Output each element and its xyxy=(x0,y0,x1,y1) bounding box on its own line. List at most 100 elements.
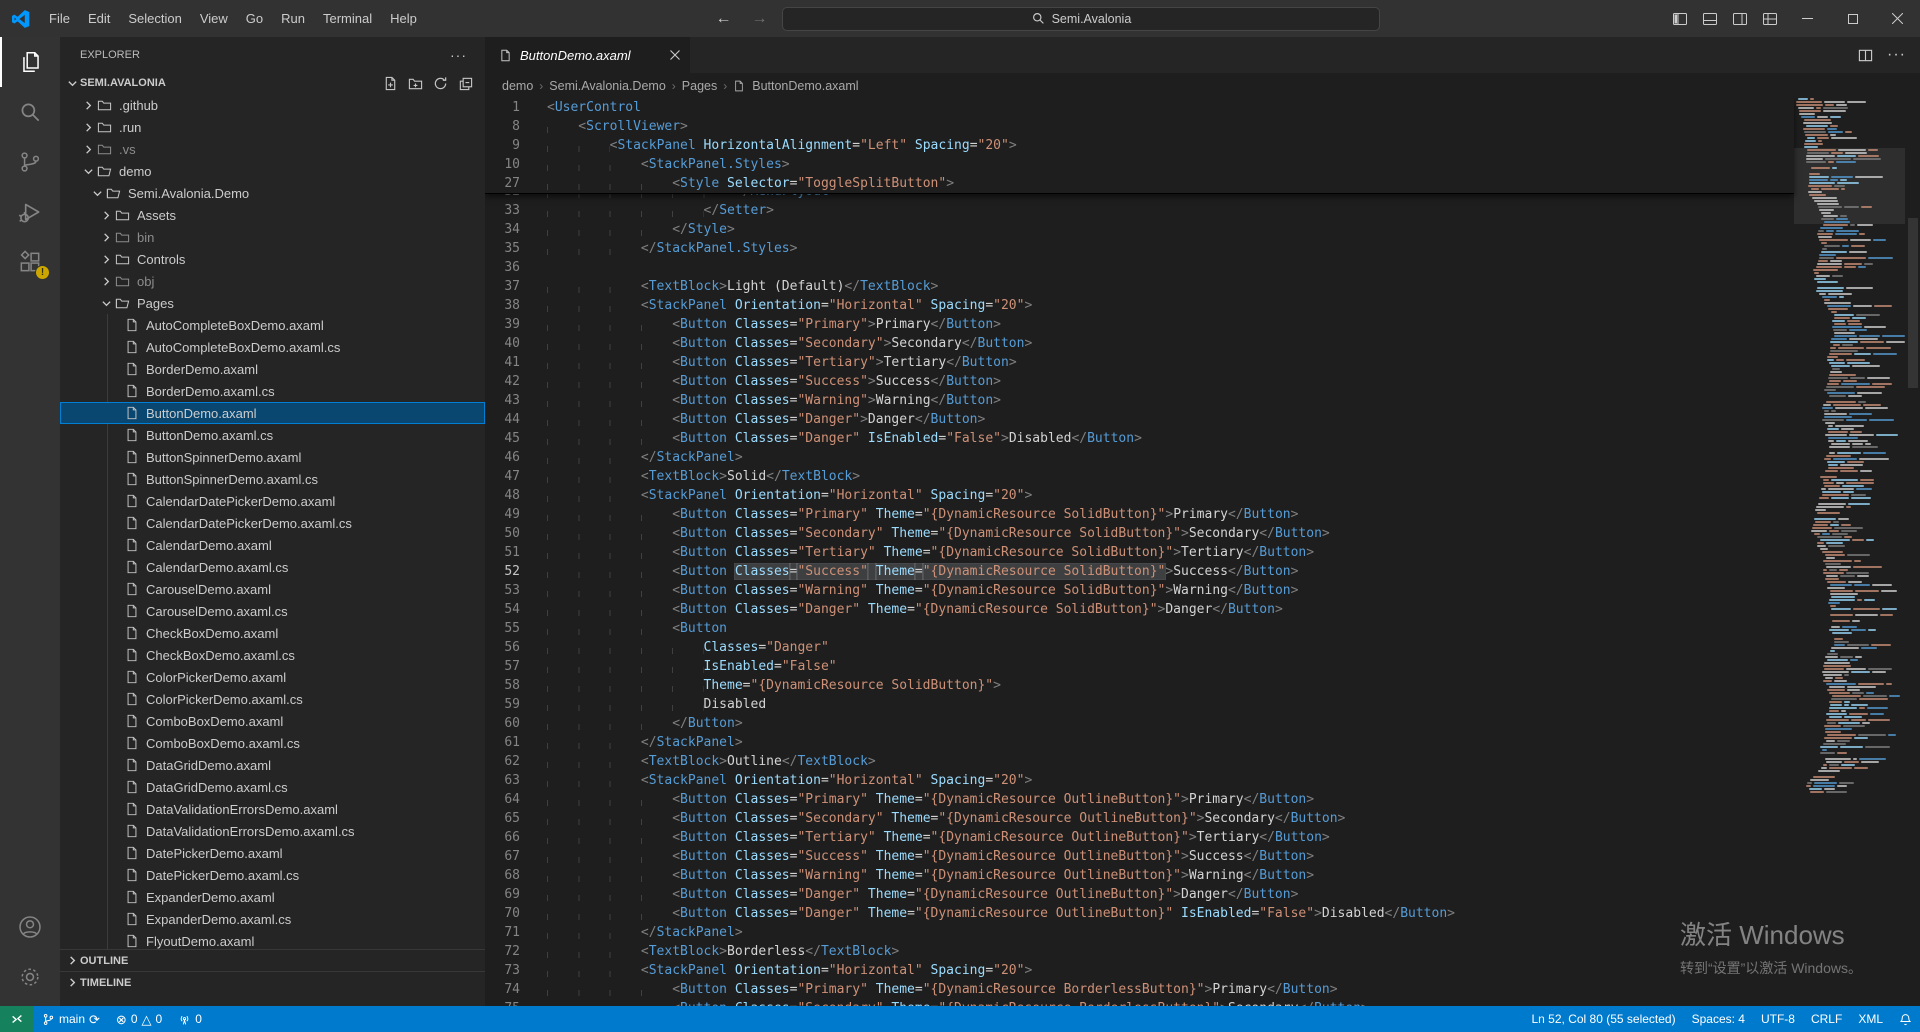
code-line-55[interactable]: 55<Button xyxy=(485,619,1794,638)
outline-panel-header[interactable]: OUTLINE xyxy=(60,949,485,971)
nav-forward-button[interactable]: → xyxy=(746,10,772,28)
timeline-panel-header[interactable]: TIMELINE xyxy=(60,971,485,993)
tree-file-datavalidationerrorsdemo.axaml[interactable]: DataValidationErrorsDemo.axaml xyxy=(60,798,485,820)
activity-explorer-icon[interactable] xyxy=(0,37,60,87)
tree-folder-pages[interactable]: Pages xyxy=(60,292,485,314)
code-line-66[interactable]: 66<Button Classes="Tertiary" Theme="{Dyn… xyxy=(485,828,1794,847)
editor-more-actions-icon[interactable]: ··· xyxy=(1887,46,1906,64)
menu-help[interactable]: Help xyxy=(381,0,426,37)
code-line-27[interactable]: 27<Style Selector="ToggleSplitButton"> xyxy=(485,174,1794,193)
split-editor-icon[interactable] xyxy=(1858,48,1873,63)
problems-status[interactable]: ⊗ 0 △ 0 xyxy=(108,1006,170,1032)
ports-status[interactable]: 0 xyxy=(170,1006,210,1032)
code-line-33[interactable]: 33</Setter> xyxy=(485,201,1794,220)
code-line-10[interactable]: 10<StackPanel.Styles> xyxy=(485,155,1794,174)
tree-file-comboboxdemo.axaml[interactable]: ComboBoxDemo.axaml xyxy=(60,710,485,732)
code-line-60[interactable]: 60</Button> xyxy=(485,714,1794,733)
tree-folder-.github[interactable]: .github xyxy=(60,94,485,116)
code-line-63[interactable]: 63<StackPanel Orientation="Horizontal" S… xyxy=(485,771,1794,790)
activity-run-debug-icon[interactable] xyxy=(0,187,60,237)
customize-layout-icon[interactable] xyxy=(1755,0,1785,37)
chevron-right-icon[interactable] xyxy=(98,232,114,243)
collapse-folders-icon[interactable] xyxy=(458,76,473,91)
chevron-right-icon[interactable] xyxy=(98,210,114,221)
toggle-sidebar-icon[interactable] xyxy=(1665,0,1695,37)
code-line-37[interactable]: 37<TextBlock>Light (Default)</TextBlock> xyxy=(485,277,1794,296)
maximize-button[interactable] xyxy=(1830,0,1875,37)
code-line-73[interactable]: 73<StackPanel Orientation="Horizontal" S… xyxy=(485,961,1794,980)
menu-go[interactable]: Go xyxy=(237,0,272,37)
notifications-bell-icon[interactable] xyxy=(1891,1006,1920,1032)
code-line-70[interactable]: 70<Button Classes="Danger" Theme="{Dynam… xyxy=(485,904,1794,923)
activity-source-control-icon[interactable] xyxy=(0,137,60,187)
chevron-right-icon[interactable] xyxy=(98,276,114,287)
code-line-34[interactable]: 34</Style> xyxy=(485,220,1794,239)
tree-folder-.vs[interactable]: .vs xyxy=(60,138,485,160)
code-line-35[interactable]: 35</StackPanel.Styles> xyxy=(485,239,1794,258)
menu-selection[interactable]: Selection xyxy=(119,0,190,37)
tree-file-borderdemo.axaml[interactable]: BorderDemo.axaml xyxy=(60,358,485,380)
tree-file-datavalidationerrorsdemo.axaml.cs[interactable]: DataValidationErrorsDemo.axaml.cs xyxy=(60,820,485,842)
refresh-icon[interactable] xyxy=(433,76,448,91)
menu-view[interactable]: View xyxy=(191,0,237,37)
tree-file-colorpickerdemo.axaml[interactable]: ColorPickerDemo.axaml xyxy=(60,666,485,688)
eol-status[interactable]: CRLF xyxy=(1803,1006,1850,1032)
nav-back-button[interactable]: ← xyxy=(710,10,736,28)
remote-indicator[interactable] xyxy=(0,1006,34,1032)
close-window-button[interactable] xyxy=(1875,0,1920,37)
code-line-65[interactable]: 65<Button Classes="Secondary" Theme="{Dy… xyxy=(485,809,1794,828)
tree-folder-semi.avalonia.demo[interactable]: Semi.Avalonia.Demo xyxy=(60,182,485,204)
language-mode-status[interactable]: XML xyxy=(1850,1006,1891,1032)
code-line-68[interactable]: 68<Button Classes="Warning" Theme="{Dyna… xyxy=(485,866,1794,885)
tree-file-expanderdemo.axaml.cs[interactable]: ExpanderDemo.axaml.cs xyxy=(60,908,485,930)
tab-buttondemo[interactable]: ButtonDemo.axaml xyxy=(485,37,690,73)
tree-file-expanderdemo.axaml[interactable]: ExpanderDemo.axaml xyxy=(60,886,485,908)
code-line-41[interactable]: 41<Button Classes="Tertiary">Tertiary</B… xyxy=(485,353,1794,372)
chevron-right-icon[interactable] xyxy=(80,100,96,111)
code-line-74[interactable]: 74<Button Classes="Primary" Theme="{Dyna… xyxy=(485,980,1794,999)
code-line-50[interactable]: 50<Button Classes="Secondary" Theme="{Dy… xyxy=(485,524,1794,543)
code-line-49[interactable]: 49<Button Classes="Primary" Theme="{Dyna… xyxy=(485,505,1794,524)
tree-file-autocompleteboxdemo.axaml.cs[interactable]: AutoCompleteBoxDemo.axaml.cs xyxy=(60,336,485,358)
tree-file-carouseldemo.axaml[interactable]: CarouselDemo.axaml xyxy=(60,578,485,600)
code-line-48[interactable]: 48<StackPanel Orientation="Horizontal" S… xyxy=(485,486,1794,505)
code-line-43[interactable]: 43<Button Classes="Warning">Warning</But… xyxy=(485,391,1794,410)
tree-file-buttonspinnerdemo.axaml[interactable]: ButtonSpinnerDemo.axaml xyxy=(60,446,485,468)
tree-folder-demo[interactable]: demo xyxy=(60,160,485,182)
tree-folder-controls[interactable]: Controls xyxy=(60,248,485,270)
tree-file-buttonspinnerdemo.axaml.cs[interactable]: ButtonSpinnerDemo.axaml.cs xyxy=(60,468,485,490)
code-line-72[interactable]: 72<TextBlock>Borderless</TextBlock> xyxy=(485,942,1794,961)
tree-file-datepickerdemo.axaml[interactable]: DatePickerDemo.axaml xyxy=(60,842,485,864)
tree-file-calendardatepickerdemo.axaml[interactable]: CalendarDatePickerDemo.axaml xyxy=(60,490,485,512)
tree-file-calendardemo.axaml.cs[interactable]: CalendarDemo.axaml.cs xyxy=(60,556,485,578)
new-file-icon[interactable] xyxy=(383,76,398,91)
code-line-71[interactable]: 71</StackPanel> xyxy=(485,923,1794,942)
tree-file-carouseldemo.axaml.cs[interactable]: CarouselDemo.axaml.cs xyxy=(60,600,485,622)
code-line-44[interactable]: 44<Button Classes="Danger">Danger</Butto… xyxy=(485,410,1794,429)
tree-folder-bin[interactable]: bin xyxy=(60,226,485,248)
chevron-right-icon[interactable] xyxy=(80,122,96,133)
settings-gear-icon[interactable] xyxy=(0,952,60,1002)
editor-scrollbar-thumb[interactable] xyxy=(1908,218,1918,388)
code-area[interactable]: 32</MenuFlyout>33</Setter>34</Style>35</… xyxy=(485,98,1920,1006)
tree-file-buttondemo.axaml.cs[interactable]: ButtonDemo.axaml.cs xyxy=(60,424,485,446)
code-line-51[interactable]: 51<Button Classes="Tertiary" Theme="{Dyn… xyxy=(485,543,1794,562)
code-line-67[interactable]: 67<Button Classes="Success" Theme="{Dyna… xyxy=(485,847,1794,866)
code-line-8[interactable]: 8<ScrollViewer> xyxy=(485,117,1794,136)
tree-file-calendardemo.axaml[interactable]: CalendarDemo.axaml xyxy=(60,534,485,556)
breadcrumb-item[interactable]: ButtonDemo.axaml xyxy=(752,79,858,93)
code-line-64[interactable]: 64<Button Classes="Primary" Theme="{Dyna… xyxy=(485,790,1794,809)
code-line-52[interactable]: 52<Button Classes="Success" Theme="{Dyna… xyxy=(485,562,1794,581)
breadcrumb-item[interactable]: demo xyxy=(502,79,533,93)
breadcrumb-item[interactable]: Pages xyxy=(682,79,717,93)
minimap[interactable] xyxy=(1794,98,1905,1006)
new-folder-icon[interactable] xyxy=(408,76,423,91)
menu-edit[interactable]: Edit xyxy=(79,0,119,37)
breadcrumb-item[interactable]: Semi.Avalonia.Demo xyxy=(549,79,666,93)
toggle-panel-icon[interactable] xyxy=(1695,0,1725,37)
tree-file-checkboxdemo.axaml.cs[interactable]: CheckBoxDemo.axaml.cs xyxy=(60,644,485,666)
code-line-57[interactable]: 57IsEnabled="False" xyxy=(485,657,1794,676)
toggle-secondary-sidebar-icon[interactable] xyxy=(1725,0,1755,37)
code-line-56[interactable]: 56Classes="Danger" xyxy=(485,638,1794,657)
account-icon[interactable] xyxy=(0,902,60,952)
